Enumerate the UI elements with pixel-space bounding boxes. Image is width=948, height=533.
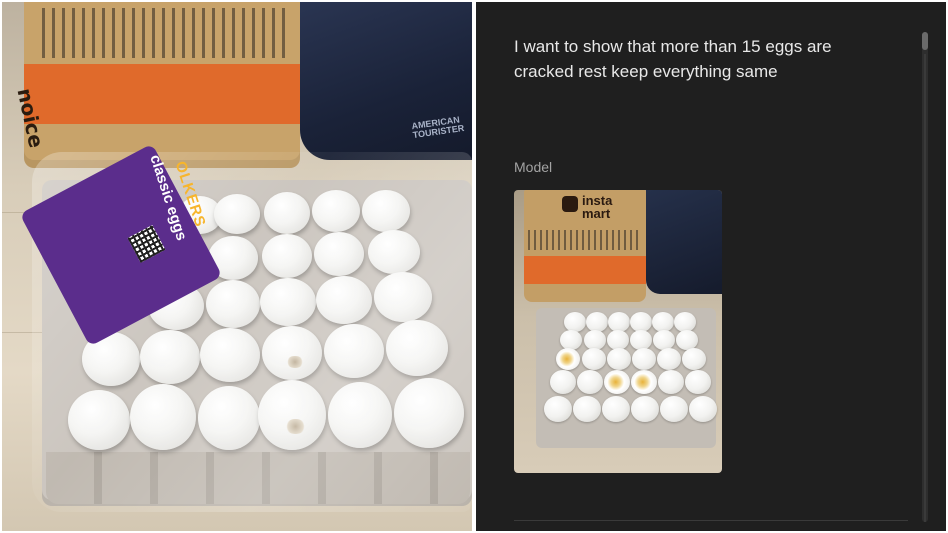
generated-egg: [630, 312, 652, 332]
generated-bag-band: [524, 256, 646, 284]
generated-egg: [602, 396, 630, 422]
instamart-logo-icon: [562, 196, 578, 212]
bag-pattern: [42, 8, 292, 58]
egg: [394, 378, 464, 448]
generated-egg: [630, 330, 652, 350]
generated-egg: [584, 330, 606, 350]
egg: [314, 232, 364, 276]
generated-egg: [582, 348, 606, 370]
egg-tray-base: [46, 452, 470, 504]
generated-egg: [653, 330, 675, 350]
generated-cracked-egg: [556, 348, 580, 370]
egg: [362, 190, 410, 232]
generated-blue-backpack: [646, 190, 722, 294]
generated-egg: [550, 370, 576, 394]
generated-egg: [607, 348, 631, 370]
scrollbar-thumb[interactable]: [922, 32, 928, 50]
generated-egg: [652, 312, 674, 332]
model-label: Model: [514, 159, 553, 175]
egg: [130, 384, 196, 450]
generated-image[interactable]: insta mart: [514, 190, 722, 473]
egg: [200, 328, 260, 382]
generated-cracked-egg: [604, 370, 630, 394]
egg: [316, 276, 372, 324]
generated-egg: [676, 330, 698, 350]
egg: [386, 320, 448, 376]
generated-egg: [674, 312, 696, 332]
egg: [258, 380, 326, 450]
generated-bag-pattern: [528, 230, 640, 250]
generated-egg: [577, 370, 603, 394]
egg: [328, 382, 392, 448]
egg: [68, 390, 130, 450]
generated-egg: [544, 396, 572, 422]
generated-egg: [560, 330, 582, 350]
generated-egg: [658, 370, 684, 394]
generated-egg: [607, 330, 629, 350]
generated-bag-logo-text: insta mart: [582, 193, 613, 221]
generated-egg: [573, 396, 601, 422]
generated-egg: [682, 348, 706, 370]
generated-cracked-egg: [631, 370, 657, 394]
scrollbar-rail: [924, 54, 926, 522]
generated-egg: [632, 348, 656, 370]
original-photo: noice AMERICAN TOURISTER OLKERS classic …: [2, 2, 472, 531]
egg: [368, 230, 420, 274]
message-divider: [514, 520, 908, 521]
generated-egg: [657, 348, 681, 370]
chat-panel: I want to show that more than 15 eggs ar…: [476, 2, 946, 531]
blue-backpack: [300, 2, 472, 160]
generated-egg: [631, 396, 659, 422]
egg: [374, 272, 432, 322]
generated-egg: [660, 396, 688, 422]
egg: [262, 234, 312, 278]
egg: [312, 190, 360, 232]
generated-egg: [564, 312, 586, 332]
egg: [198, 386, 260, 450]
generated-egg: [586, 312, 608, 332]
generated-egg: [685, 370, 711, 394]
egg: [262, 326, 322, 380]
egg: [260, 278, 316, 326]
egg: [140, 330, 200, 384]
egg: [324, 324, 384, 378]
generated-egg: [689, 396, 717, 422]
egg: [264, 192, 310, 234]
user-prompt-text: I want to show that more than 15 eggs ar…: [514, 37, 832, 81]
generated-egg: [608, 312, 630, 332]
